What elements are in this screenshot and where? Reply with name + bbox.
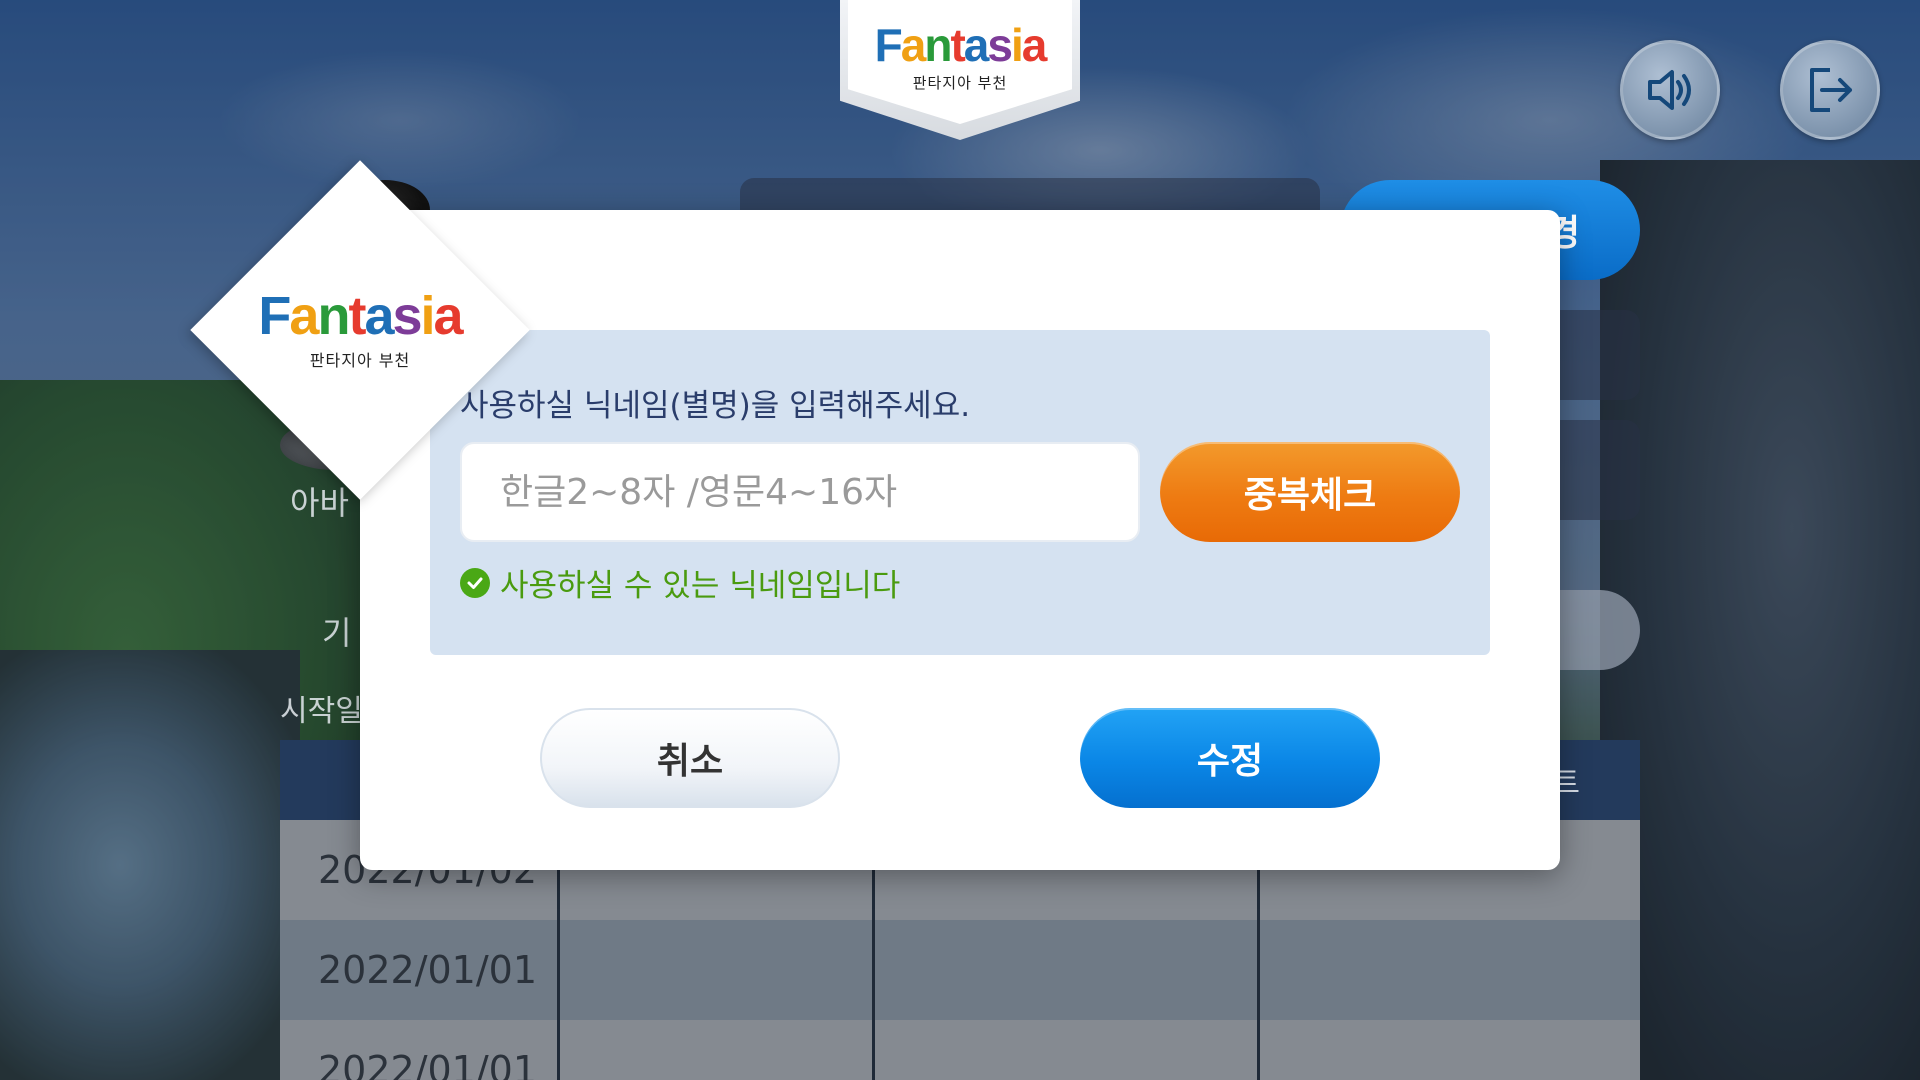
nickname-status-text: 사용하실 수 있는 닉네임입니다 [500,568,901,604]
duplicate-check-button[interactable]: 중복체크 [1160,442,1460,542]
logout-button[interactable] [1780,40,1880,140]
logout-icon [1810,68,1852,112]
nickname-dialog: 사용하실 닉네임(별명)을 입력해주세요. 중복체크 사용하실 수 있는 닉네임… [360,210,1560,870]
period-label: 기 [322,614,352,652]
logo-wordmark: Fantasia [258,286,463,346]
table-row: 2022/01/01 [280,920,1640,1020]
avatar-label: 아바 [290,484,349,522]
date-cell: 2022/01/01 [280,920,560,1020]
sound-button[interactable] [1620,40,1720,140]
nickname-input[interactable] [460,442,1140,542]
logo-subtitle: 판타지아 부천 [309,351,411,370]
dialog-logo: Fantasia 판타지아 부천 [240,210,480,450]
table-row: 2022/01/01 [280,1020,1640,1080]
date-cell: 2022/01/01 [280,1020,560,1080]
save-button[interactable]: 수정 [1080,708,1380,808]
nickname-panel: 사용하실 닉네임(별명)을 입력해주세요. 중복체크 사용하실 수 있는 닉네임… [430,330,1490,655]
cancel-button[interactable]: 취소 [540,708,840,808]
check-circle-icon [460,567,490,598]
nickname-prompt: 사용하실 닉네임(별명)을 입력해주세요. [460,388,971,424]
nickname-status: 사용하실 수 있는 닉네임입니다 [460,560,900,605]
speaker-volume-icon [1648,70,1691,110]
logo-subtitle: 판타지아 부천 [912,74,1008,92]
logo-wordmark: Fantasia [874,19,1048,71]
start-date-label: 시작일 [280,694,363,729]
